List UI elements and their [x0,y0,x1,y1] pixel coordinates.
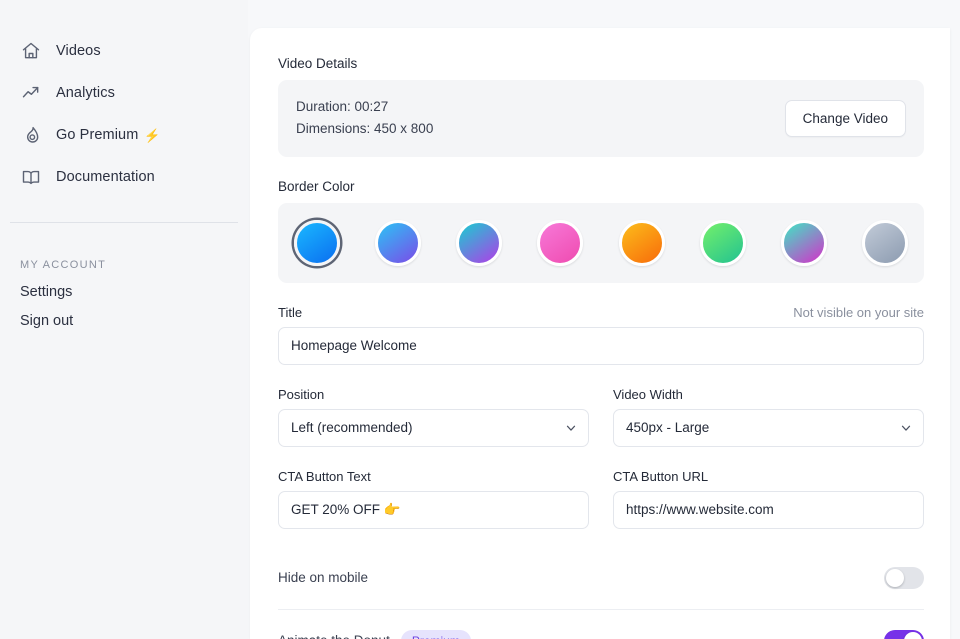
color-swatch-blue[interactable] [294,220,340,266]
sidebar-item-settings[interactable]: Settings [0,271,248,300]
sidebar-section-heading: MY ACCOUNT [0,223,248,271]
cta-url-field: CTA Button URL [613,469,924,529]
animate-donut-row: Animate the Donut Premium [278,609,924,639]
border-color-title: Border Color [278,179,924,194]
app-root: Videos Analytics [0,0,960,639]
cta-url-label-row: CTA Button URL [613,469,924,484]
video-width-field: Video Width 450px - Large [613,387,924,447]
video-details-panel: Duration: 00:27 Dimensions: 450 x 800 Ch… [278,80,924,157]
animate-donut-label: Animate the Donut [278,633,390,639]
toggle-knob [904,632,922,639]
cta-button-text-label: CTA Button Text [278,469,371,484]
video-duration: Duration: 00:27 [296,96,433,118]
sidebar: Videos Analytics [0,0,248,639]
sidebar-item-label: Videos [56,43,101,59]
sidebar-item-analytics[interactable]: Analytics [0,72,248,114]
cta-text-field: CTA Button Text [278,469,589,529]
hide-on-mobile-row: Hide on mobile [278,547,924,609]
color-swatch-teal-magenta[interactable] [781,220,827,266]
video-width-label-row: Video Width [613,387,924,402]
title-input[interactable] [278,327,924,365]
sidebar-item-go-premium[interactable]: Go Premium ⚡ [0,114,248,156]
sidebar-item-label: Documentation [56,169,155,185]
main-content: Video Details Duration: 00:27 Dimensions… [248,0,960,639]
change-video-button[interactable]: Change Video [785,100,906,137]
color-swatch-pink[interactable] [537,220,583,266]
hide-on-mobile-left: Hide on mobile [278,570,368,585]
title-label: Title [278,305,302,320]
color-swatch-teal-purple[interactable] [456,220,502,266]
position-field: Position Left (recommended) [278,387,589,447]
lightning-bolt-icon: ⚡ [144,129,160,142]
video-details-info: Duration: 00:27 Dimensions: 450 x 800 [296,96,433,141]
cta-text-label-row: CTA Button Text [278,469,589,484]
sidebar-item-sign-out[interactable]: Sign out [0,300,248,329]
sidebar-label-text: Analytics [56,85,115,101]
hide-on-mobile-toggle[interactable] [884,567,924,589]
book-icon [20,166,42,188]
video-width-label: Video Width [613,387,683,402]
cta-row: CTA Button Text CTA Button URL [278,469,924,529]
video-width-select[interactable]: 450px - Large [613,409,924,447]
position-select[interactable]: Left (recommended) [278,409,589,447]
cta-button-url-input[interactable] [613,491,924,529]
toggle-knob [886,569,904,587]
color-swatch-blue-purple[interactable] [375,220,421,266]
cta-button-text-input[interactable] [278,491,589,529]
video-details-title: Video Details [278,56,924,71]
sidebar-label-text: Go Premium [56,127,138,143]
premium-badge[interactable]: Premium [401,630,471,639]
animate-donut-toggle[interactable] [884,630,924,639]
sidebar-item-videos[interactable]: Videos [0,30,248,72]
video-width-select-wrap: 450px - Large [613,409,924,447]
position-select-wrap: Left (recommended) [278,409,589,447]
video-dimensions: Dimensions: 450 x 800 [296,118,433,140]
sidebar-label-text: Documentation [56,169,155,185]
sidebar-item-label: Go Premium ⚡ [56,127,161,143]
color-swatch-green[interactable] [700,220,746,266]
sidebar-item-label: Analytics [56,85,115,101]
color-swatch-slate[interactable] [862,220,908,266]
sidebar-item-documentation[interactable]: Documentation [0,156,248,198]
title-label-row: Title Not visible on your site [278,305,924,320]
flame-icon [20,124,42,146]
position-label: Position [278,387,324,402]
border-color-swatches [278,203,924,283]
position-width-row: Position Left (recommended) Video Width [278,387,924,447]
animate-donut-left: Animate the Donut Premium [278,630,471,639]
position-label-row: Position [278,387,589,402]
trending-up-icon [20,82,42,104]
sidebar-label-text: Videos [56,43,101,59]
hide-on-mobile-label: Hide on mobile [278,570,368,585]
home-icon [20,40,42,62]
title-visibility-hint: Not visible on your site [793,305,924,320]
color-swatch-orange[interactable] [619,220,665,266]
cta-button-url-label: CTA Button URL [613,469,708,484]
settings-card: Video Details Duration: 00:27 Dimensions… [250,28,950,639]
sidebar-nav: Videos Analytics [0,30,248,198]
